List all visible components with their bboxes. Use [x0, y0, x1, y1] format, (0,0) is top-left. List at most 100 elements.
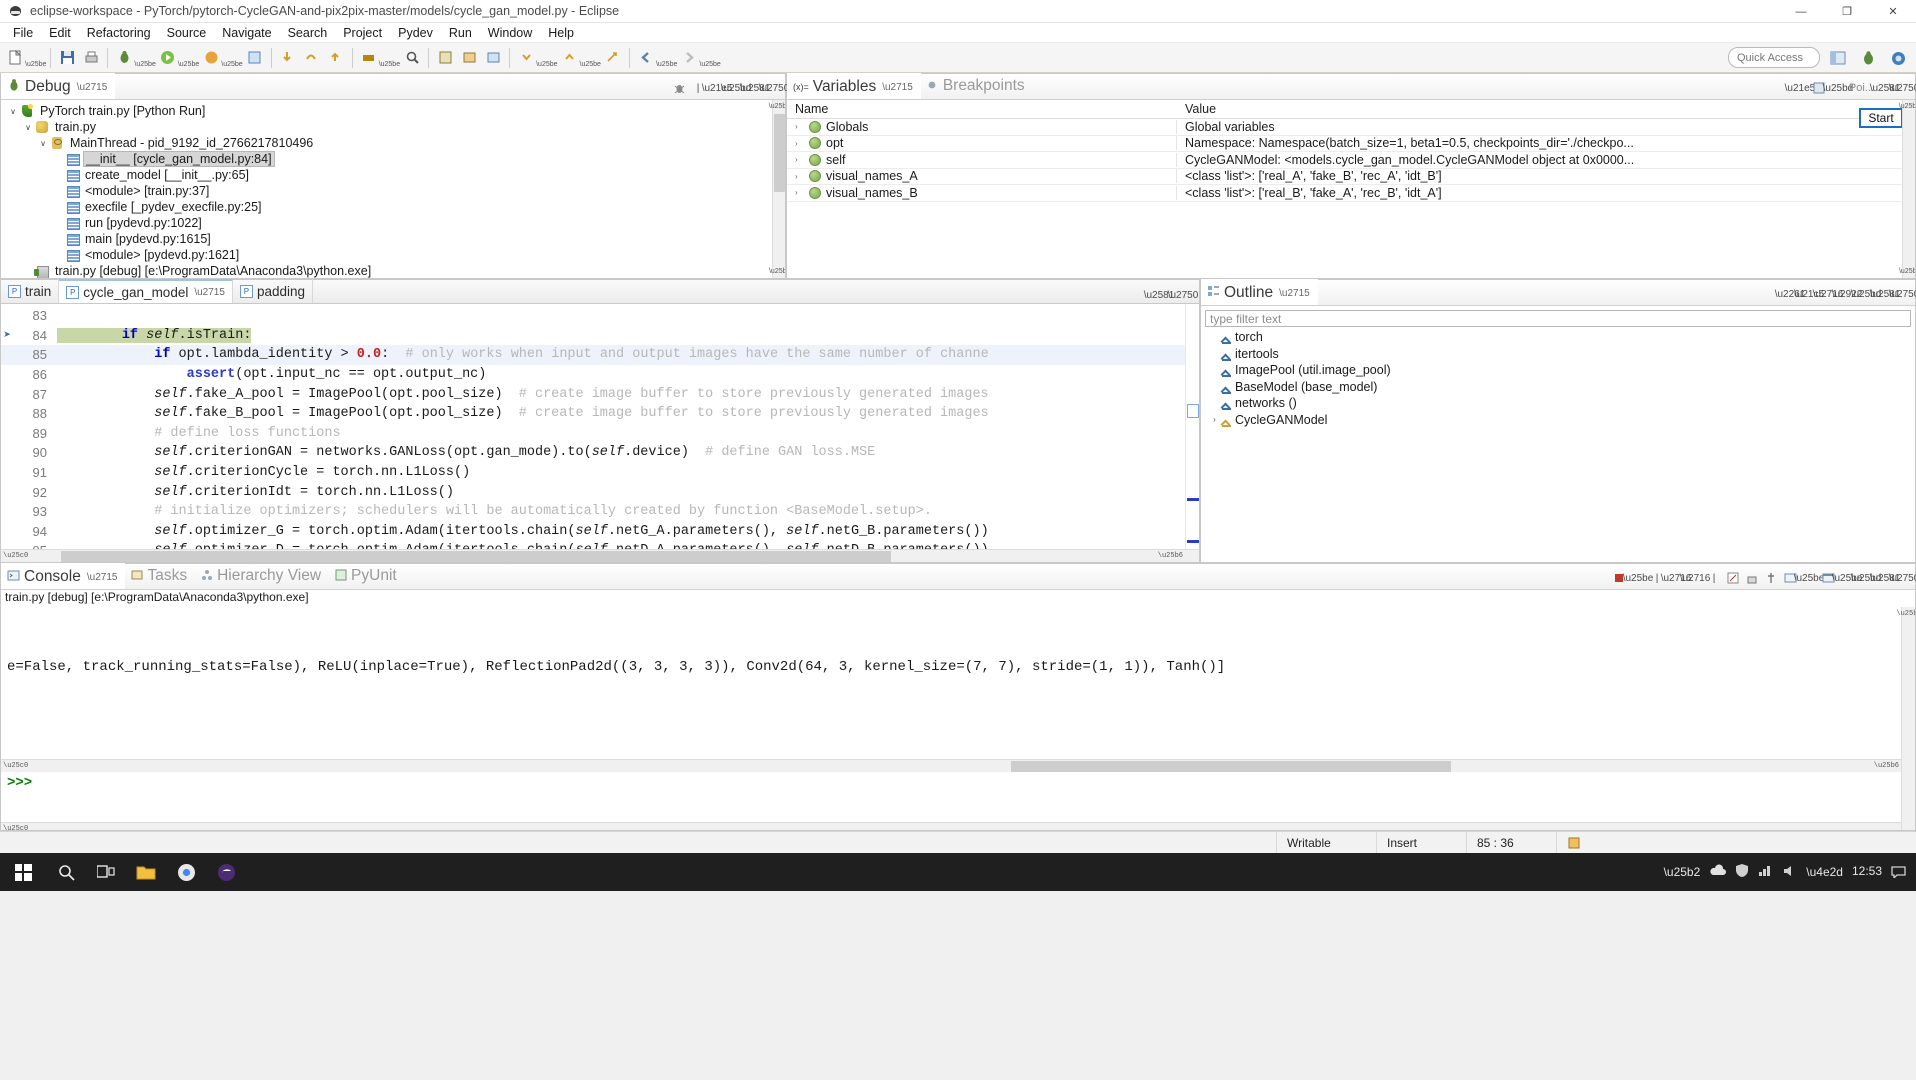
chevron-down-icon[interactable]: ∨: [22, 123, 34, 132]
debug-tree-node[interactable]: <module> [pydevd.py:1621]: [1, 247, 785, 263]
new-pydev-project-icon[interactable]: [482, 46, 504, 70]
console-output-area[interactable]: e=False, track_running_stats=False), ReL…: [1, 607, 1915, 830]
outline-item[interactable]: ImagePool (util.image_pool): [1201, 362, 1915, 379]
menu-window[interactable]: Window: [480, 24, 540, 42]
chevron-right-icon[interactable]: ›: [1209, 415, 1220, 424]
tab-debug[interactable]: Debug \u2715: [1, 73, 116, 99]
scroll-up-icon[interactable]: \u25b2: [769, 100, 785, 113]
minimize-editor-icon[interactable]: \u2581: [1144, 287, 1175, 303]
taskbar-clock[interactable]: 12:53: [1852, 864, 1882, 879]
clear-console-icon[interactable]: [1725, 570, 1741, 586]
editor-hscrollbar[interactable]: \u25c0 \u25b6: [1, 549, 1199, 562]
tab-pyunit[interactable]: PyUnit: [329, 563, 405, 589]
next-annotation-dropdown-icon[interactable]: \u25be: [536, 61, 557, 68]
code-line[interactable]: 92 self.criterionIdt = torch.nn.L1Loss(): [1, 482, 1199, 502]
console-hscrollbar-2[interactable]: \u25c0: [1, 822, 1915, 830]
menu-edit[interactable]: Edit: [41, 24, 79, 42]
maximize-button[interactable]: ❐: [1824, 0, 1870, 23]
console-vscrollbar[interactable]: \u25b2: [1896, 607, 1915, 830]
remove-all-terminated-icon[interactable]: [671, 80, 687, 96]
debug-tree-node[interactable]: create_model [__init__.py:65]: [1, 167, 785, 183]
tray-arrow-up-icon[interactable]: \u25b2: [1664, 865, 1701, 879]
perspective-pydev-icon[interactable]: [1884, 46, 1912, 70]
scroll-thumb[interactable]: [61, 551, 891, 562]
debug-tree-node[interactable]: ∨ MainThread - pid_9192_id_2766217810496: [1, 135, 785, 151]
close-icon[interactable]: \u2715: [194, 287, 225, 298]
external-tools-icon[interactable]: [358, 46, 380, 70]
code-line[interactable]: 85 if opt.lambda_identity > 0.0: # only …: [1, 345, 1199, 365]
outline-body[interactable]: type filter text torch itertools ImagePool…: [1201, 306, 1915, 562]
forward-icon[interactable]: [678, 46, 700, 70]
code-line[interactable]: ➤ 84 if self.isTrain:: [1, 326, 1199, 346]
debug-tree-scrollbar[interactable]: \u25b2 \u25bc: [769, 100, 785, 278]
variables-table-row[interactable]: › self CycleGANModel: <models.cycle_gan_mo…: [787, 152, 1915, 169]
chevron-right-icon[interactable]: ›: [795, 139, 809, 148]
chevron-right-icon[interactable]: ›: [795, 155, 809, 164]
taskbar-eclipse-icon[interactable]: [206, 853, 246, 891]
variables-table-row[interactable]: › opt Namespace: Namespace(batch_size=1, b…: [787, 136, 1915, 152]
new-python-package-icon[interactable]: [458, 46, 480, 70]
variables-table-row[interactable]: › visual_names_A <class 'list'>: ['real_A'…: [787, 169, 1915, 185]
code-line[interactable]: 86 assert(opt.input_nc == opt.output_nc): [1, 365, 1199, 385]
taskbar-taskview-icon[interactable]: [86, 853, 126, 891]
scroll-left-icon[interactable]: \u25c0: [3, 552, 28, 560]
run-dropdown-icon[interactable]: \u25be: [178, 61, 199, 68]
variables-table[interactable]: Name Value › Globals Global variables › opt N…: [787, 100, 1915, 202]
save-icon[interactable]: [56, 46, 78, 70]
outline-item[interactable]: › CycleGANModel: [1201, 412, 1915, 429]
debug-tree-node[interactable]: execfile [_pydev_execfile.py:25]: [1, 199, 785, 215]
code-line[interactable]: 83: [1, 306, 1199, 326]
tab-breakpoints[interactable]: Breakpoints: [921, 73, 1033, 99]
scroll-down-icon[interactable]: \u25bc: [769, 265, 785, 278]
profile-dropdown-icon[interactable]: \u25be: [221, 61, 242, 68]
menu-search[interactable]: Search: [280, 24, 336, 42]
debug-tree-node[interactable]: ∨ train.py: [1, 119, 785, 135]
chevron-right-icon[interactable]: ›: [795, 122, 809, 131]
new-python-module-icon[interactable]: [434, 46, 456, 70]
debug-dropdown-icon[interactable]: \u25be: [134, 61, 155, 68]
editor-tab-train[interactable]: P train: [1, 279, 60, 303]
tray-ime-icon[interactable]: \u4e2d: [1806, 865, 1843, 879]
terminate-dropdown-icon[interactable]: \u25be: [1623, 570, 1654, 586]
debug-stack-tree[interactable]: ∨ PyTorch train.py [Python Run] ∨ train.py ∨…: [1, 100, 785, 278]
outline-tree[interactable]: torch itertools ImagePool (util.image_pool…: [1201, 329, 1915, 428]
display-selected-dropdown-icon[interactable]: \u25be: [1794, 570, 1825, 586]
close-button[interactable]: ✕: [1870, 0, 1916, 23]
tray-notification-icon[interactable]: [1891, 864, 1906, 881]
status-smart-insert-icon[interactable]: [1556, 831, 1596, 854]
debug-tree-node[interactable]: ∨ PyTorch train.py [Python Run]: [1, 103, 785, 119]
prev-annotation-icon[interactable]: [559, 46, 581, 70]
debug-tree-node[interactable]: run [pydevd.py:1022]: [1, 215, 785, 231]
step-into-icon[interactable]: [277, 46, 299, 70]
pin-console-icon[interactable]: [1763, 570, 1779, 586]
scroll-right-icon[interactable]: \u25b6: [1874, 762, 1899, 770]
code-line[interactable]: 88 self.fake_B_pool = ImagePool(opt.pool…: [1, 404, 1199, 424]
coverage-icon[interactable]: [244, 46, 266, 70]
chevron-down-icon[interactable]: ∨: [37, 139, 49, 148]
variables-table-row[interactable]: › Globals Global variables: [787, 119, 1915, 136]
editor-overview-ruler[interactable]: [1185, 304, 1199, 562]
open-perspective-icon[interactable]: [1824, 46, 1852, 70]
run-icon[interactable]: [157, 46, 179, 70]
menu-file[interactable]: File: [5, 24, 41, 42]
menu-project[interactable]: Project: [335, 24, 390, 42]
code-line[interactable]: 90 self.criterionGAN = networks.GANLoss(…: [1, 443, 1199, 463]
console-hscrollbar[interactable]: \u25c0 \u25b6: [1, 759, 1915, 772]
remove-all-launches-icon[interactable]: \u2716: [1680, 570, 1711, 586]
maximize-view-icon[interactable]: \u2750: [1889, 286, 1916, 302]
last-edit-location-icon[interactable]: [602, 46, 624, 70]
chevron-right-icon[interactable]: ›: [795, 188, 809, 197]
chevron-right-icon[interactable]: ›: [795, 172, 809, 181]
tab-tasks[interactable]: Tasks: [125, 563, 195, 589]
scroll-right-icon[interactable]: \u25b6: [1158, 552, 1183, 560]
tab-outline[interactable]: Outline \u2715: [1201, 279, 1318, 305]
close-icon[interactable]: \u2715: [87, 572, 118, 583]
start-button[interactable]: Start: [1859, 108, 1903, 128]
new-icon[interactable]: [4, 46, 26, 70]
taskbar-search-icon[interactable]: [46, 853, 86, 891]
debug-tree-node[interactable]: __init__ [cycle_gan_model.py:84]: [1, 151, 785, 167]
debug-tree-node[interactable]: main [pydevd.py:1615]: [1, 231, 785, 247]
minimize-button[interactable]: —: [1778, 0, 1824, 23]
debug-tree-node[interactable]: <module> [train.py:37]: [1, 183, 785, 199]
prev-annotation-dropdown-icon[interactable]: \u25be: [580, 61, 601, 68]
